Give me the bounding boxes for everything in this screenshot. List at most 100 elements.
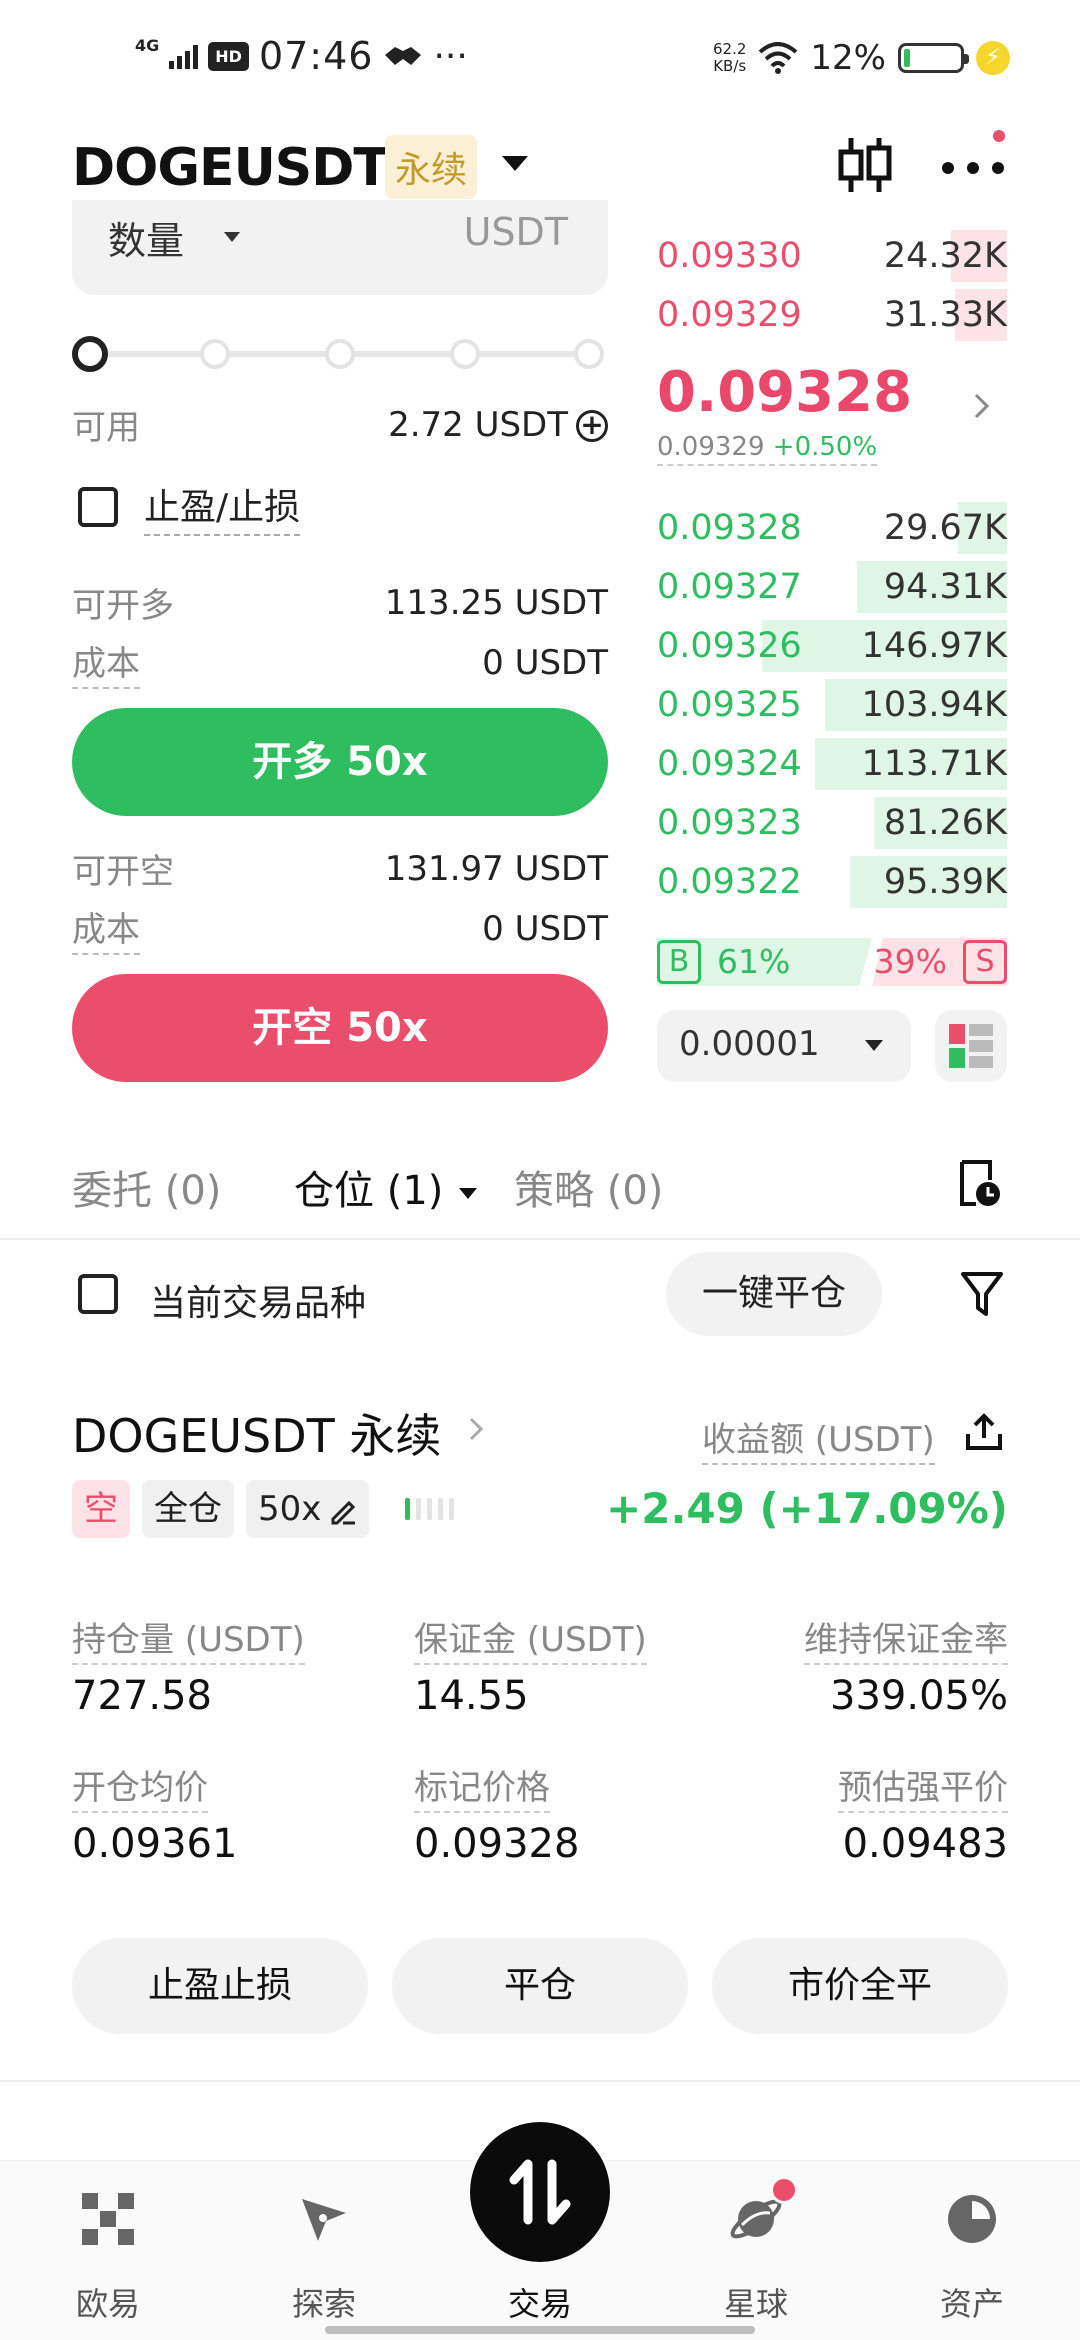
bid-price: 0.09325 [657, 685, 802, 725]
margin-mode-tag: 全仓 [142, 1480, 234, 1538]
stat-label[interactable]: 开仓均价 [72, 1760, 208, 1813]
market-close-all-button[interactable]: 市价全平 [712, 1938, 1008, 2034]
side-tag: 空 [72, 1480, 130, 1538]
stat-label[interactable]: 持仓量 (USDT) [72, 1612, 305, 1665]
tpsl-toggle[interactable]: 止盈/止损 [78, 478, 301, 536]
available-label: 可用 [72, 408, 140, 448]
slider-step-25[interactable] [200, 339, 230, 369]
pair-selector[interactable]: DOGEUSDT [72, 138, 389, 198]
order-book-bid-row[interactable]: 0.09326 146.97K [657, 618, 1007, 674]
open-long-button[interactable]: 开多 50x [72, 708, 608, 816]
bid-price: 0.09324 [657, 744, 802, 784]
candlestick-chart-icon[interactable] [835, 130, 895, 200]
close-position-button[interactable]: 平仓 [392, 1938, 688, 2034]
precision-select[interactable]: 0.00001 [657, 1010, 911, 1082]
tab-orders[interactable]: 委托 (0) [72, 1158, 221, 1216]
long-cost-label[interactable]: 成本 [72, 636, 140, 689]
nav-label: 星球 [723, 2285, 788, 2323]
notification-dot [770, 2176, 798, 2204]
chevron-right-icon[interactable] [468, 1416, 484, 1442]
tpsl-button[interactable]: 止盈止损 [72, 1938, 368, 2034]
compass-icon [302, 2199, 346, 2241]
maintenance-margin-stat: 维持保证金率 339.05% [804, 1612, 1008, 1719]
current-symbol-label: 当前交易品种 [150, 1283, 367, 1324]
history-icon[interactable] [954, 1156, 1004, 1210]
home-indicator[interactable] [325, 2326, 755, 2334]
risk-level-indicator [405, 1498, 455, 1520]
chevron-down-icon [865, 1040, 883, 1051]
okx-logo-icon [82, 2193, 134, 2245]
stat-label[interactable]: 维持保证金率 [804, 1612, 1008, 1665]
trade-swap-icon [509, 2159, 571, 2225]
ask-price: 0.09330 [657, 236, 802, 276]
stat-label[interactable]: 标记价格 [414, 1760, 550, 1813]
quantity-unit: USDT [463, 210, 568, 254]
contract-type-tag: 永续 [385, 135, 478, 199]
pnl-label[interactable]: 收益额 (USDT) [702, 1412, 935, 1465]
slider-step-50[interactable] [325, 339, 355, 369]
can-short-row: 可开空 131.97 USDT [72, 844, 608, 893]
stat-label[interactable]: 保证金 (USDT) [414, 1612, 647, 1665]
order-book-bid-row[interactable]: 0.09327 94.31K [657, 559, 1007, 615]
nav-label: 欧易 [75, 2285, 140, 2323]
nav-label: 探索 [291, 2285, 356, 2323]
bid-amount: 81.26K [883, 803, 1007, 843]
order-book-bid-row[interactable]: 0.09328 29.67K [657, 500, 1007, 556]
clock: 07:46 [258, 34, 374, 78]
bid-amount: 146.97K [861, 626, 1007, 666]
more-status-icon: ··· [433, 35, 468, 77]
short-cost-row: 成本 0 USDT [72, 902, 608, 955]
bid-price: 0.09327 [657, 567, 802, 607]
tab-strategies[interactable]: 策略 (0) [514, 1158, 663, 1216]
close-all-positions-button[interactable]: 一键平仓 [666, 1252, 882, 1336]
order-book-bid-row[interactable]: 0.09322 95.39K [657, 854, 1007, 910]
tab-positions-label: 仓位 (1) [294, 1168, 444, 1214]
order-book-bid-row[interactable]: 0.09325 103.94K [657, 677, 1007, 733]
tab-positions[interactable]: 仓位 (1) [294, 1158, 478, 1216]
sell-percent: 39% [873, 942, 947, 981]
entry-price-stat: 开仓均价 0.09361 [72, 1760, 237, 1867]
buy-percent: 61% [717, 942, 791, 981]
order-book-layout-button[interactable] [935, 1010, 1007, 1082]
chevron-right-icon[interactable] [972, 392, 992, 420]
handshake-icon [385, 47, 422, 65]
filter-icon[interactable] [960, 1270, 1004, 1320]
battery-percent: 12% [810, 38, 886, 78]
position-symbol[interactable]: DOGEUSDT 永续 [72, 1400, 441, 1466]
bid-price: 0.09328 [657, 508, 802, 548]
order-book-ask-row[interactable]: 0.09329 31.33K [657, 287, 1007, 343]
stat-value: 14.55 [414, 1673, 529, 1719]
current-symbol-checkbox[interactable] [78, 1274, 118, 1314]
quantity-type-caret-icon[interactable] [224, 232, 240, 242]
share-icon[interactable] [964, 1412, 1004, 1452]
add-funds-icon[interactable]: + [576, 410, 608, 442]
amount-slider[interactable] [72, 335, 608, 375]
can-short-label: 可开空 [72, 852, 174, 892]
divider [0, 2080, 1080, 2082]
book-layout-icon [949, 1024, 993, 1068]
open-short-button[interactable]: 开空 50x [72, 974, 608, 1082]
order-book-bid-row[interactable]: 0.09324 113.71K [657, 736, 1007, 792]
order-book-ask-row[interactable]: 0.09330 24.32K [657, 228, 1007, 284]
trade-button[interactable] [470, 2122, 610, 2262]
stat-value: 0.09328 [414, 1821, 580, 1867]
bid-amount: 29.67K [883, 508, 1007, 548]
battery-icon [898, 43, 969, 73]
slider-step-75[interactable] [450, 339, 480, 369]
bid-amount: 113.71K [861, 744, 1007, 784]
price-change: +0.50% [772, 432, 878, 462]
tpsl-label: 止盈/止损 [144, 478, 301, 536]
stat-label[interactable]: 预估强平价 [838, 1760, 1008, 1813]
more-icon[interactable] [940, 158, 1006, 178]
slider-handle[interactable] [72, 336, 108, 372]
orders-tab-bar: 委托 (0) 仓位 (1) 策略 (0) [0, 1150, 1080, 1240]
last-price[interactable]: 0.09328 [657, 360, 912, 425]
order-book-bid-row[interactable]: 0.09323 81.26K [657, 795, 1007, 851]
dropdown-caret-icon[interactable] [502, 156, 528, 171]
short-cost-label[interactable]: 成本 [72, 902, 140, 955]
leverage-tag[interactable]: 50x [246, 1480, 370, 1538]
quantity-input[interactable]: 数量 USDT [72, 200, 608, 295]
tpsl-checkbox[interactable] [78, 487, 118, 527]
position-tags: 空 全仓 50x [72, 1480, 455, 1538]
slider-step-100[interactable] [574, 339, 604, 369]
